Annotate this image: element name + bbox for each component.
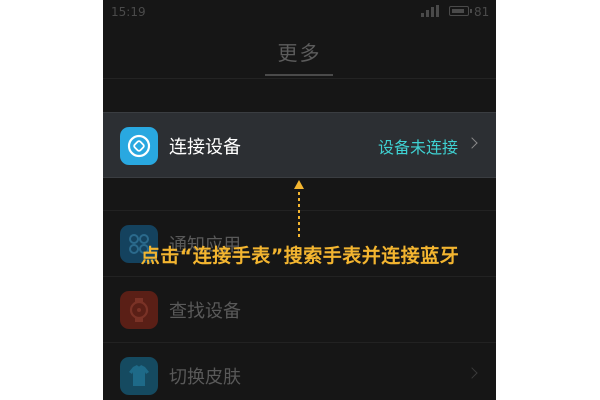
chevron-right-icon [466, 137, 478, 149]
annotation-text: 点击“连接手表”搜索手表并连接蓝牙 [140, 245, 460, 267]
connection-status: 设备未连接 [377, 138, 458, 157]
watch-find-icon [120, 291, 158, 329]
title-underline [265, 74, 333, 76]
status-time: 15:19 [111, 5, 146, 19]
watch-link-icon [120, 127, 158, 165]
annotation-arrow [294, 180, 304, 240]
find-device-row[interactable]: 查找设备 [103, 276, 496, 342]
chevron-right-icon [466, 367, 478, 379]
connect-device-row[interactable]: 连接设备 设备未连接 [103, 112, 496, 178]
battery-level: 81 [474, 5, 490, 19]
status-bar: 15:19 81 [103, 0, 496, 26]
find-device-label: 查找设备 [169, 301, 241, 322]
connect-device-label: 连接设备 [169, 137, 241, 158]
switch-skin-label: 切换皮肤 [169, 367, 241, 388]
switch-skin-row[interactable]: 切换皮肤 [103, 342, 496, 400]
battery-icon [449, 6, 472, 16]
shirt-icon [120, 357, 158, 395]
page-header: 更多 [103, 26, 496, 79]
signal-icon [421, 5, 439, 17]
page-title: 更多 [277, 41, 322, 65]
